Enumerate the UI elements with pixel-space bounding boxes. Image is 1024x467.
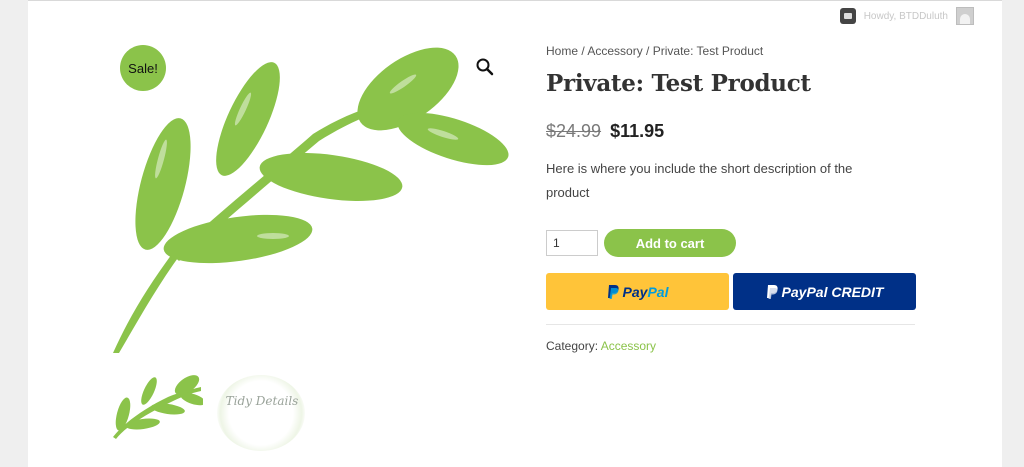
paypal-text-pal: Pal [647,283,669,300]
breadcrumb-separator: / [578,44,588,58]
product-title: Private: Test Product [546,70,811,97]
paypal-buttons: Pay Pal PayPal CREDIT [546,273,916,310]
comment-icon[interactable] [839,8,856,24]
quantity-input[interactable] [546,230,598,256]
sale-price: $11.95 [610,121,665,141]
thumbnail-tidy-details[interactable]: Tidy Details [217,375,307,455]
thumbnail-leaf[interactable] [113,369,206,449]
admin-greeting[interactable]: Howdy, BTDDuluth [864,11,948,22]
wreath-shape [217,375,305,451]
paypal-button[interactable]: Pay Pal [546,273,729,310]
user-avatar-icon[interactable] [956,7,974,25]
divider [546,324,915,325]
breadcrumb-home[interactable]: Home [546,44,578,58]
leaf-branch-image [113,47,509,353]
paypal-credit-label: PayPal CREDIT [781,283,884,300]
sale-badge: Sale! [120,45,166,91]
paypal-text-pay: Pay [622,283,648,300]
category-link[interactable]: Accessory [601,339,656,353]
paypal-logo-icon [607,284,619,299]
product-meta: Category: Accessory [546,339,916,353]
add-to-cart-form: Add to cart [546,229,916,257]
breadcrumb-current: Private: Test Product [652,44,764,58]
breadcrumb-separator: / [642,44,653,58]
product-gallery: Sale! Tidy Details [113,39,513,459]
category-label: Category: [546,339,599,353]
paypal-credit-button[interactable]: PayPal CREDIT [733,273,916,310]
search-icon[interactable] [475,57,495,77]
short-description: Here is where you include the short desc… [546,161,853,200]
breadcrumb-category[interactable]: Accessory [587,44,642,58]
breadcrumb: Home / Accessory / Private: Test Product [546,41,916,61]
product-price: $24.99 $11.95 [546,117,916,145]
product-summary: Home / Accessory / Private: Test Product… [546,41,916,353]
thumbnail-logo-text: Tidy Details [225,394,299,408]
regular-price: $24.99 [546,121,602,141]
admin-bar: Howdy, BTDDuluth [839,5,974,27]
page: Howdy, BTDDuluth Sale! Tidy Details Home… [28,0,1002,467]
add-to-cart-button[interactable]: Add to cart [604,229,736,257]
paypal-logo-icon [766,284,778,299]
product-main-image[interactable] [113,39,513,353]
